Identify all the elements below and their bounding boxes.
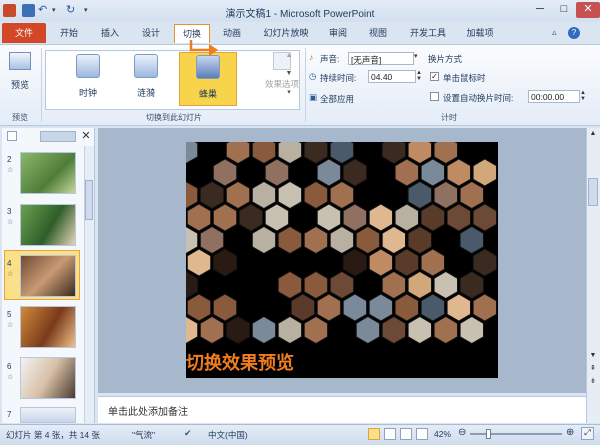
sound-select[interactable]: [无声音] xyxy=(348,52,414,65)
tab-insert[interactable]: 插入 xyxy=(94,24,126,43)
tab-file[interactable]: 文件 xyxy=(2,23,46,43)
tab-review[interactable]: 审阅 xyxy=(322,24,354,43)
effect-options-label: 效果选项 xyxy=(264,79,299,89)
slide-number: 7 xyxy=(7,410,12,419)
next-slide-icon[interactable]: ⇟ xyxy=(588,377,598,387)
slides-tab-icon[interactable] xyxy=(7,131,17,141)
clock-icon xyxy=(76,54,100,78)
help-icon[interactable]: ? xyxy=(568,27,580,39)
effect-ripple[interactable]: 涟漪 xyxy=(118,52,174,106)
duration-label: 持续时间: xyxy=(320,73,357,83)
slide-caption: 切换效果预览 xyxy=(186,353,294,374)
group-separator xyxy=(41,48,42,122)
slide-info: 幻灯片 第 4 张，共 14 张 xyxy=(6,430,100,440)
sound-label: 声音: xyxy=(320,54,340,64)
preview-label: 预览 xyxy=(10,80,29,90)
ripple-icon xyxy=(134,54,158,78)
on-click-label: 单击鼠标时 xyxy=(443,73,486,83)
minimize-ribbon-icon[interactable]: ▵ xyxy=(552,27,564,39)
window-title: 演示文稿1 - Microsoft PowerPoint xyxy=(225,9,375,20)
tab-home[interactable]: 开始 xyxy=(53,24,85,43)
slide-number: 3 xyxy=(7,207,12,216)
preview-group-label: 预览 xyxy=(12,113,28,122)
slide-thumbnail[interactable] xyxy=(20,152,76,194)
slide-thumbnail[interactable] xyxy=(20,204,76,246)
slide-star-icon: ☆ xyxy=(7,374,14,381)
language[interactable]: 中文(中国) xyxy=(208,429,248,441)
effect-ripple-label: 涟漪 xyxy=(136,88,155,98)
slide-number: 6 xyxy=(7,362,12,371)
auto-after-input[interactable]: 00:00.00 xyxy=(528,90,580,103)
timing-group-label: 计时 xyxy=(441,113,457,122)
duration-spinner-icon[interactable]: ▲ ▼ xyxy=(416,70,424,83)
previous-slide-icon[interactable]: ⇞ xyxy=(588,364,598,374)
slide-sorter-view-icon[interactable] xyxy=(384,428,396,440)
spell-check-icon[interactable]: ✔ xyxy=(184,428,192,439)
slide-star-icon: ☆ xyxy=(7,167,14,174)
close-button[interactable]: ✕ xyxy=(576,2,600,18)
scroll-down-icon[interactable]: ▼ xyxy=(588,352,598,362)
slide-number: 5 xyxy=(7,310,12,319)
notes-placeholder: 单击此处添加备注 xyxy=(108,407,188,418)
group-separator xyxy=(305,48,306,122)
effect-honeycomb-label: 蜂巢 xyxy=(198,89,217,99)
slide-thumbnail[interactable] xyxy=(20,357,76,399)
effect-honeycomb[interactable]: 蜂巢 xyxy=(179,52,237,106)
slide-thumbnail[interactable] xyxy=(20,255,76,297)
transition-group-label: 切换到此幻灯片 xyxy=(146,113,202,122)
tab-view[interactable]: 视图 xyxy=(362,24,394,43)
slide-star-icon: ☆ xyxy=(7,219,14,226)
honeycomb-transition-image xyxy=(186,142,497,345)
minimize-button[interactable]: ─ xyxy=(528,2,552,18)
effect-clock[interactable]: 时钟 xyxy=(60,52,116,106)
outline-tab-icon[interactable] xyxy=(40,131,76,142)
preview-icon xyxy=(9,52,31,70)
normal-view-icon[interactable] xyxy=(368,428,380,440)
slide-number: 4 xyxy=(7,259,12,268)
slides-pane-scroll-thumb[interactable] xyxy=(85,180,93,220)
theme-name[interactable]: "气流" xyxy=(132,429,155,441)
auto-after-checkbox[interactable] xyxy=(430,92,439,101)
notes-pane[interactable]: 单击此处添加备注 xyxy=(98,396,586,423)
tab-design[interactable]: 设计 xyxy=(135,24,167,43)
scroll-up-icon[interactable]: ▲ xyxy=(588,130,598,140)
scroll-thumb[interactable] xyxy=(588,178,598,206)
effect-options-icon xyxy=(273,52,291,70)
advance-slide-title: 换片方式 xyxy=(428,54,463,64)
effect-options-button[interactable]: 效果选项 xyxy=(262,52,302,102)
maximize-button[interactable]: □ xyxy=(552,2,576,18)
reading-view-icon[interactable] xyxy=(400,428,412,440)
zoom-in-icon[interactable]: ⊕ xyxy=(566,427,574,438)
zoom-out-icon[interactable]: ⊖ xyxy=(458,427,466,438)
slide-number: 2 xyxy=(7,155,12,164)
sound-dropdown-icon[interactable]: ▾ xyxy=(414,52,422,65)
auto-time-spinner-icon[interactable]: ▲ ▼ xyxy=(580,90,588,103)
on-click-checkbox[interactable]: ✓ xyxy=(430,72,439,81)
tab-slide-show[interactable]: 幻灯片放映 xyxy=(256,24,316,43)
annotation-arrow-icon xyxy=(189,40,218,56)
slide-thumbnail[interactable] xyxy=(20,306,76,348)
auto-after-label: 设置自动换片时间: xyxy=(443,93,514,103)
slide-show-view-icon[interactable] xyxy=(416,428,428,440)
preview-button[interactable]: 预览 xyxy=(6,52,34,98)
zoom-slider-thumb[interactable] xyxy=(486,429,491,439)
slide-canvas[interactable] xyxy=(186,142,498,378)
slide-star-icon: ☆ xyxy=(7,271,14,278)
slide-star-icon: ☆ xyxy=(7,322,14,329)
effect-clock-label: 时钟 xyxy=(78,88,97,98)
duration-input[interactable]: 04.40 xyxy=(368,70,416,83)
fit-to-window-icon[interactable]: ⤢ xyxy=(581,427,594,440)
close-pane-icon[interactable]: ✕ xyxy=(80,129,92,142)
tab-developer[interactable]: 开发工具 xyxy=(404,24,452,43)
zoom-slider[interactable] xyxy=(470,433,562,435)
tab-add-ins[interactable]: 加载项 xyxy=(460,24,500,43)
apply-all-button[interactable]: 全部应用 xyxy=(320,93,354,105)
zoom-level[interactable]: 42% xyxy=(434,429,451,439)
slide-thumbnail[interactable] xyxy=(20,407,76,423)
